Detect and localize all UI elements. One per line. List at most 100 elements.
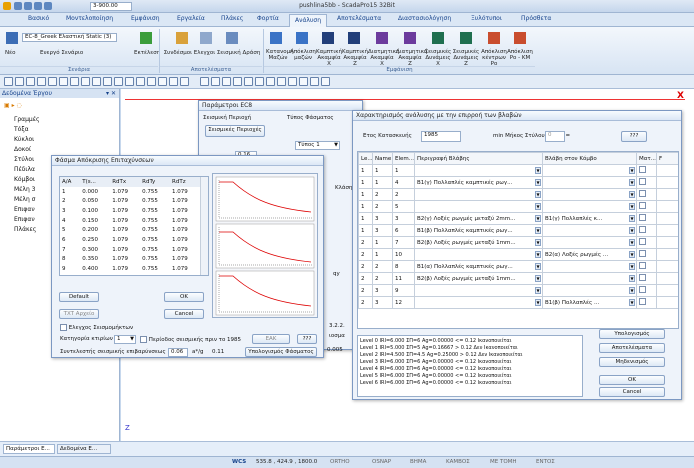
bending-x-icon[interactable] [322,32,334,44]
damage-description-select[interactable]: ▼ [414,188,543,201]
tab-formwork[interactable]: Ξυλότυποι [471,15,502,22]
dropdown-arrow-icon[interactable]: ▼ [629,227,635,234]
damage-description-select[interactable]: Β2(γ) Λοξές ρωγμές μεταξύ 2mm... ▼ [414,212,543,225]
mat-checkbox[interactable] [639,274,646,281]
dropdown-arrow-icon[interactable]: ▼ [629,263,635,270]
dropdown-arrow-icon[interactable]: ▼ [629,191,635,198]
spec-scrollbar[interactable] [200,177,208,275]
spec-row[interactable]: 100.4501.0790.7551.079 [60,274,200,275]
spec-col-rdtz[interactable]: RdTz [170,177,200,187]
tab-view[interactable]: Εμφάνιση [131,15,160,22]
tab-data[interactable]: Δεδομένα Ε... [57,444,111,454]
spectrum-help-button[interactable]: ??? [297,334,317,344]
damage-description-select[interactable]: Β2(β) Λοξές ρωγμές μεταξύ 1mm... ▼ [414,236,543,249]
node-damage-select[interactable]: ▼ [542,284,637,297]
tool-4[interactable]: Διατμητική Ακαμψία X [368,49,399,67]
ro-eccentric-icon[interactable] [488,32,500,44]
redraw-icon[interactable] [288,77,297,86]
spec-col-t[interactable]: T(s... [80,177,111,187]
arc-tool-icon[interactable] [15,77,24,86]
spec-row[interactable]: 9 0.400 1.079 0.755 1.079 [60,264,200,274]
redo-view-icon[interactable] [321,77,330,86]
category-select[interactable]: 1 [114,335,136,344]
trim-tool-icon[interactable] [92,77,101,86]
damage-row[interactable]: 2 3 9 ▼ ▼ [358,284,678,297]
mat-checkbox[interactable] [639,190,646,197]
run-label[interactable]: Εκτέλεση [134,50,160,56]
tool-5[interactable]: Διατμητική Ακαμψία Z [396,49,427,67]
spec-row[interactable]: 7 0.300 1.079 0.755 1.079 [60,245,200,255]
pan-icon[interactable] [200,77,209,86]
tool-9[interactable]: Απόκλιση Ρο - ΚΜ [507,49,533,61]
dropdown-arrow-icon[interactable]: ▼ [629,299,635,306]
reset-button[interactable]: Μηδενισμός [599,357,665,367]
tab-addons[interactable]: Πρόσθετα [521,15,551,22]
mat-checkbox[interactable] [639,250,646,257]
hatch-tool-icon[interactable] [158,77,167,86]
mat-checkbox[interactable] [639,262,646,269]
dropdown-arrow-icon[interactable]: ▼ [535,215,541,222]
new-scenario-icon[interactable] [6,32,18,44]
tab-params[interactable]: Παράμετροι Ε... [3,444,55,454]
dropdown-arrow-icon[interactable]: ▼ [535,167,541,174]
mat-checkbox[interactable] [639,298,646,305]
damage-row[interactable]: 1 2 5 ▼ ▼ [358,200,678,213]
damage-row[interactable]: 1 1 1 ▼ ▼ [358,164,678,177]
dmg-col-f[interactable]: F [656,152,678,165]
bending-z-icon[interactable] [348,32,360,44]
tree-item-nodes[interactable]: Κόμβοι [14,176,35,183]
status-inside[interactable]: ΕΝΤΟΣ [536,459,555,465]
circle-tool-icon[interactable] [26,77,35,86]
mat-checkbox[interactable] [639,286,646,293]
dropdown-arrow-icon[interactable]: ▼ [629,179,635,186]
node-damage-select[interactable]: ▼ [542,188,637,201]
dropdown-arrow-icon[interactable]: ▼ [535,251,541,258]
status-section[interactable]: ΜΕ ΤΟΜΗ [490,459,517,465]
tree-item-circles[interactable]: Κύκλοι [14,136,34,143]
offset-tool-icon[interactable] [114,77,123,86]
seismic-x-icon[interactable] [432,32,444,44]
dmg-col-level[interactable]: Le... [358,152,373,165]
status-ortho[interactable]: ORTHO [330,459,350,465]
mirror-tool-icon[interactable] [70,77,79,86]
dimension-tool-icon[interactable] [136,77,145,86]
spec-row[interactable]: 6 0.250 1.079 0.755 1.079 [60,235,200,245]
text-tool-icon[interactable] [147,77,156,86]
tool-8[interactable]: Απόκλιση κέντρων Ρο [480,49,508,67]
node-damage-select[interactable]: ▼ [542,260,637,273]
eak-button[interactable]: ΕΑΚ [252,334,290,344]
tree-item-surfaces1[interactable]: Επιφαν [14,206,35,213]
dropdown-arrow-icon[interactable]: ▼ [629,287,635,294]
results-button[interactable]: Αποτελέσματα [599,343,665,353]
tool-7[interactable]: Σεισμικές Δυνάμεις Z [452,49,480,67]
damage-description-select[interactable]: Β1(γ) Πολλαπλές καμπτικές ρωγ... ▼ [414,176,543,189]
layer-tool-icon[interactable] [180,77,189,86]
view-3d-icon[interactable] [266,77,275,86]
dropdown-arrow-icon[interactable]: ▼ [629,251,635,258]
damage-cancel-button[interactable]: Cancel [599,387,665,397]
tree-item-beams[interactable]: Δοκοί [14,146,31,153]
dropdown-arrow-icon[interactable]: ▼ [535,287,541,294]
tab-basic[interactable]: Βασικό [28,15,49,22]
damage-row[interactable]: 2 1 10 ▼ Β2(α) Λοξές ρωγμές ... ▼ [358,248,678,261]
dmg-col-description[interactable]: Περιγραφή Βλάβης [414,152,543,165]
tool-1[interactable]: Απόκλιση μαζών [290,49,316,61]
min-length-input[interactable]: 0 [545,131,565,142]
mat-checkbox[interactable] [639,166,646,173]
zoom-all-icon[interactable] [244,77,253,86]
node-damage-select[interactable]: Β1(β) Πολλαπλές ... ▼ [542,296,637,309]
damage-row[interactable]: 2 1 7 Β2(β) Λοξές ρωγμές μεταξύ 1mm... ▼ ▼ [358,236,678,249]
type-select[interactable]: Τύπος 1 [295,141,340,150]
tree-item-arcs[interactable]: Τόξα [14,126,29,133]
spec-row[interactable]: 2 0.050 1.079 0.755 1.079 [60,196,200,206]
mat-checkbox[interactable] [639,226,646,233]
damage-description-select[interactable]: ▼ [414,164,543,177]
spec-row[interactable]: 8 0.350 1.079 0.755 1.079 [60,255,200,265]
damage-row[interactable]: 2 2 11 Β2(β) Λοξές ρωγμές μεταξύ 1mm... ▼ ▼ [358,272,678,285]
tree-item-columns[interactable]: Στύλοι [14,156,34,163]
dropdown-arrow-icon[interactable]: ▼ [535,239,541,246]
ratio-value[interactable]: 0.06 [168,348,188,357]
mass-eccentric-icon[interactable] [296,32,308,44]
damage-description-select[interactable]: Β1(α) Πολλαπλές καμπτικές ρωγ... ▼ [414,260,543,273]
node-damage-select[interactable]: ▼ [542,224,637,237]
